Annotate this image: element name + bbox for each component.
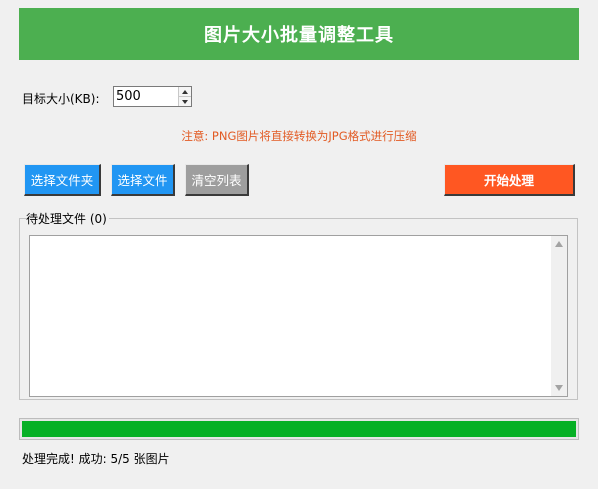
spin-down-button[interactable] xyxy=(179,96,191,106)
vertical-scrollbar[interactable] xyxy=(551,236,567,396)
app-window: 图片大小批量调整工具 目标大小(KB): 注意: PNG图片将直接转换为JPG格… xyxy=(0,0,598,489)
progress-bar-fill xyxy=(22,421,576,437)
start-processing-button[interactable]: 开始处理 xyxy=(444,164,575,196)
target-size-input[interactable] xyxy=(114,87,180,106)
app-title-banner: 图片大小批量调整工具 xyxy=(19,8,579,60)
spin-up-button[interactable] xyxy=(179,87,191,96)
file-listbox[interactable] xyxy=(29,235,568,397)
caret-down-icon xyxy=(182,99,188,104)
target-size-spinbox[interactable] xyxy=(113,86,192,107)
app-title: 图片大小批量调整工具 xyxy=(204,25,394,46)
select-files-button[interactable]: 选择文件 xyxy=(111,164,175,196)
status-text: 处理完成! 成功: 5/5 张图片 xyxy=(22,452,170,466)
clear-list-button[interactable]: 清空列表 xyxy=(185,164,249,196)
file-list-legend: 待处理文件 (0) xyxy=(26,210,109,227)
png-conversion-note: 注意: PNG图片将直接转换为JPG格式进行压缩 xyxy=(181,129,417,143)
target-size-label: 目标大小(KB): xyxy=(22,92,100,106)
progress-bar xyxy=(19,418,579,440)
caret-up-icon xyxy=(182,89,188,94)
spin-buttons xyxy=(178,87,191,106)
select-folder-button[interactable]: 选择文件夹 xyxy=(24,164,101,196)
scroll-down-arrow-icon[interactable] xyxy=(555,385,563,391)
scroll-up-arrow-icon[interactable] xyxy=(555,241,563,247)
